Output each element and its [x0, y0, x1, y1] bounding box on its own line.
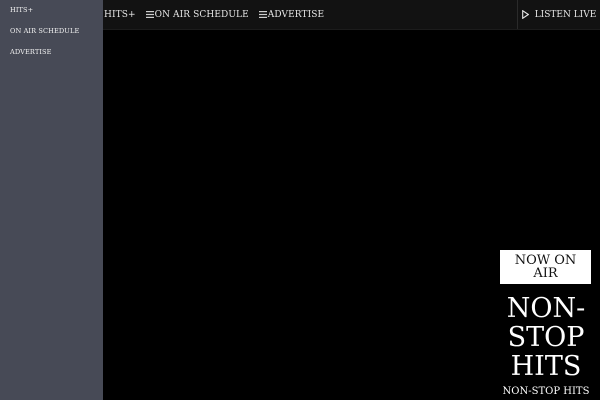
nav-item-hits[interactable]: HITS+ — [104, 10, 136, 20]
nav-item-on-air-schedule[interactable]: ON AIR SCHEDULE — [145, 9, 249, 20]
now-on-air-badge: NOW ON AIR — [500, 250, 591, 284]
side-drawer: HITS+ ON AIR SCHEDULE ADVERTISE — [0, 0, 103, 400]
main-nav: HITS+ ON AIR SCHEDULE ADVERTISE — [104, 0, 334, 29]
drawer-item-advertise[interactable]: ADVERTISE — [10, 48, 52, 56]
show-subtitle: NON-STOP HITS — [502, 386, 590, 397]
nav-item-label: HITS+ — [104, 9, 136, 20]
now-on-air-label: NOW ON AIR — [514, 253, 577, 281]
menu-lines-icon — [258, 11, 267, 18]
nav-item-label: ADVERTISE — [267, 9, 325, 20]
nav-item-label: ON AIR SCHEDULE — [154, 9, 249, 20]
page: HITS+ ON AIR SCHEDULE ADVERTISE LISTEN L… — [0, 0, 600, 400]
listen-live-label: LISTEN LIVE — [534, 9, 597, 20]
listen-live-button[interactable]: LISTEN LIVE — [517, 0, 600, 29]
drawer-item-hits[interactable]: HITS+ — [10, 6, 33, 14]
play-icon — [521, 10, 529, 19]
nav-item-advertise[interactable]: ADVERTISE — [258, 9, 325, 20]
menu-lines-icon — [145, 11, 154, 18]
drawer-item-on-air-schedule[interactable]: ON AIR SCHEDULE — [10, 27, 79, 35]
show-title: NON-STOP HITS — [506, 293, 586, 382]
